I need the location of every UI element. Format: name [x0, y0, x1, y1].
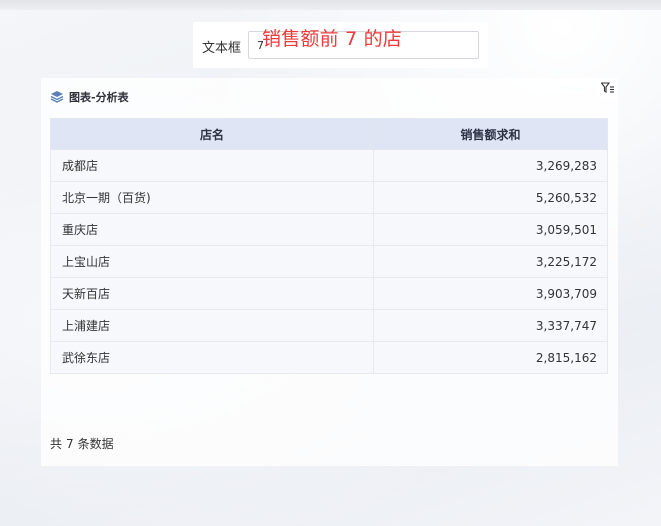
table-row[interactable]: 天新百店 3,903,709: [50, 277, 608, 310]
filter-caption: 销售额前 7 的店: [262, 28, 402, 50]
table-row[interactable]: 武徐东店 2,815,162: [50, 341, 608, 374]
column-header-sales[interactable]: 销售额求和: [373, 118, 608, 150]
sales-cell: 3,269,283: [373, 149, 608, 182]
store-name-cell: 天新百店: [50, 277, 374, 310]
store-name-cell: 北京一期（百货): [50, 181, 374, 214]
sales-table: 店名 销售额求和 成都店 3,269,283 北京一期（百货) 5,260,53…: [50, 118, 608, 374]
page: 文本框 7 销售额前 7 的店 图表-分析表 店名 销售额求和 成都店 3,26…: [0, 0, 661, 526]
sales-cell: 5,260,532: [373, 181, 608, 214]
footer-suffix: 条数据: [77, 437, 114, 451]
table-row[interactable]: 上宝山店 3,225,172: [50, 245, 608, 278]
table-row[interactable]: 成都店 3,269,283: [50, 149, 608, 182]
panel-header: 图表-分析表: [50, 89, 129, 105]
layers-icon: [50, 91, 64, 103]
filter-icon: [601, 82, 614, 94]
store-name-cell: 成都店: [50, 149, 374, 182]
sales-cell: 3,337,747: [373, 309, 608, 342]
row-count-footer: 共 7 条数据: [50, 435, 118, 452]
filter-button[interactable]: [598, 78, 618, 98]
store-name-cell: 武徐东店: [50, 341, 374, 374]
row-count: 7: [66, 437, 74, 451]
filter-label: 文本框: [202, 41, 242, 56]
column-header-store[interactable]: 店名: [50, 118, 374, 150]
sales-cell: 3,903,709: [373, 277, 608, 310]
sales-cell: 2,815,162: [373, 341, 608, 374]
table-row[interactable]: 上浦建店 3,337,747: [50, 309, 608, 342]
top-bar: [0, 0, 661, 10]
panel-title: 图表-分析表: [69, 91, 129, 104]
table-header-row: 店名 销售额求和: [50, 118, 608, 150]
analysis-table-panel: 图表-分析表 店名 销售额求和 成都店 3,269,283 北京一期（百货) 5…: [41, 78, 618, 466]
store-name-cell: 上浦建店: [50, 309, 374, 342]
store-name-cell: 上宝山店: [50, 245, 374, 278]
table-row[interactable]: 重庆店 3,059,501: [50, 213, 608, 246]
sales-cell: 3,059,501: [373, 213, 608, 246]
table-row[interactable]: 北京一期（百货) 5,260,532: [50, 181, 608, 214]
footer-prefix: 共: [50, 437, 63, 451]
sales-cell: 3,225,172: [373, 245, 608, 278]
text-filter-widget: 文本框 7 销售额前 7 的店: [193, 22, 488, 68]
store-name-cell: 重庆店: [50, 213, 374, 246]
